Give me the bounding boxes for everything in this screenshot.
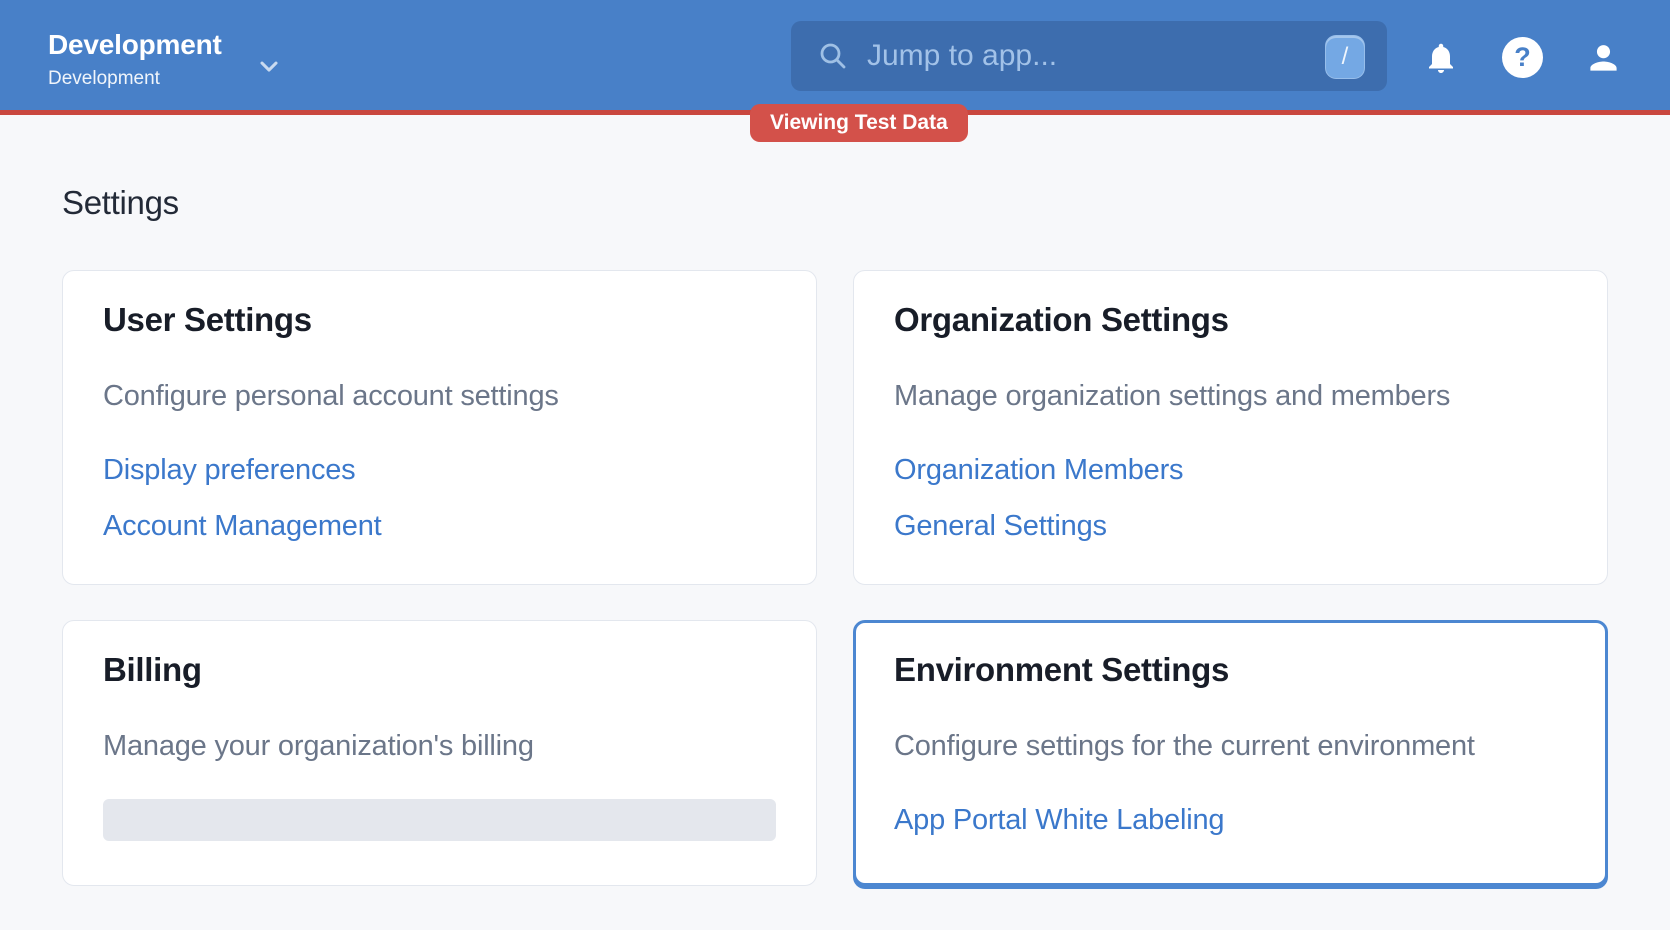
link-display-preferences[interactable]: Display preferences (103, 451, 776, 489)
search-input[interactable] (867, 21, 1297, 91)
card-title: Environment Settings (894, 649, 1567, 691)
link-app-portal-white-labeling[interactable]: App Portal White Labeling (894, 801, 1567, 839)
card-description: Configure settings for the current envir… (894, 727, 1567, 765)
card-title: Organization Settings (894, 299, 1567, 341)
card-description: Manage organization settings and members (894, 377, 1567, 415)
card-billing: Billing Manage your organization's billi… (62, 620, 817, 886)
settings-page: Settings User Settings Configure persona… (0, 115, 1670, 886)
user-icon (1585, 39, 1622, 76)
card-links: Organization Members General Settings (894, 451, 1567, 545)
billing-loading-skeleton (103, 799, 776, 841)
top-navigation: Development Development / ? Viewing Test… (0, 0, 1670, 115)
card-environment-settings: Environment Settings Configure settings … (853, 620, 1608, 886)
environment-subtitle: Development (48, 67, 222, 91)
page-title: Settings (62, 186, 1608, 220)
account-button[interactable] (1585, 39, 1622, 76)
card-links: App Portal White Labeling (894, 801, 1567, 839)
help-button[interactable]: ? (1502, 37, 1543, 78)
card-title: Billing (103, 649, 776, 691)
environment-switcher[interactable]: Development Development (48, 28, 222, 91)
search-bar[interactable]: / (791, 21, 1387, 91)
link-general-settings[interactable]: General Settings (894, 507, 1567, 545)
card-organization-settings: Organization Settings Manage organizatio… (853, 270, 1608, 585)
link-account-management[interactable]: Account Management (103, 507, 776, 545)
link-organization-members[interactable]: Organization Members (894, 451, 1567, 489)
environment-name: Development (48, 28, 222, 62)
card-description: Configure personal account settings (103, 377, 776, 415)
card-links: Display preferences Account Management (103, 451, 776, 545)
notifications-button[interactable] (1423, 40, 1459, 76)
card-description: Manage your organization's billing (103, 727, 776, 765)
chevron-down-icon (255, 52, 283, 80)
slash-shortcut-key: / (1325, 35, 1365, 79)
bell-icon (1423, 40, 1459, 76)
settings-cards-grid: User Settings Configure personal account… (62, 270, 1608, 886)
card-user-settings: User Settings Configure personal account… (62, 270, 817, 585)
card-title: User Settings (103, 299, 776, 341)
search-icon (817, 40, 849, 72)
environment-switcher-labels: Development Development (48, 28, 222, 91)
help-icon: ? (1502, 37, 1543, 78)
viewing-test-data-badge: Viewing Test Data (750, 104, 968, 142)
